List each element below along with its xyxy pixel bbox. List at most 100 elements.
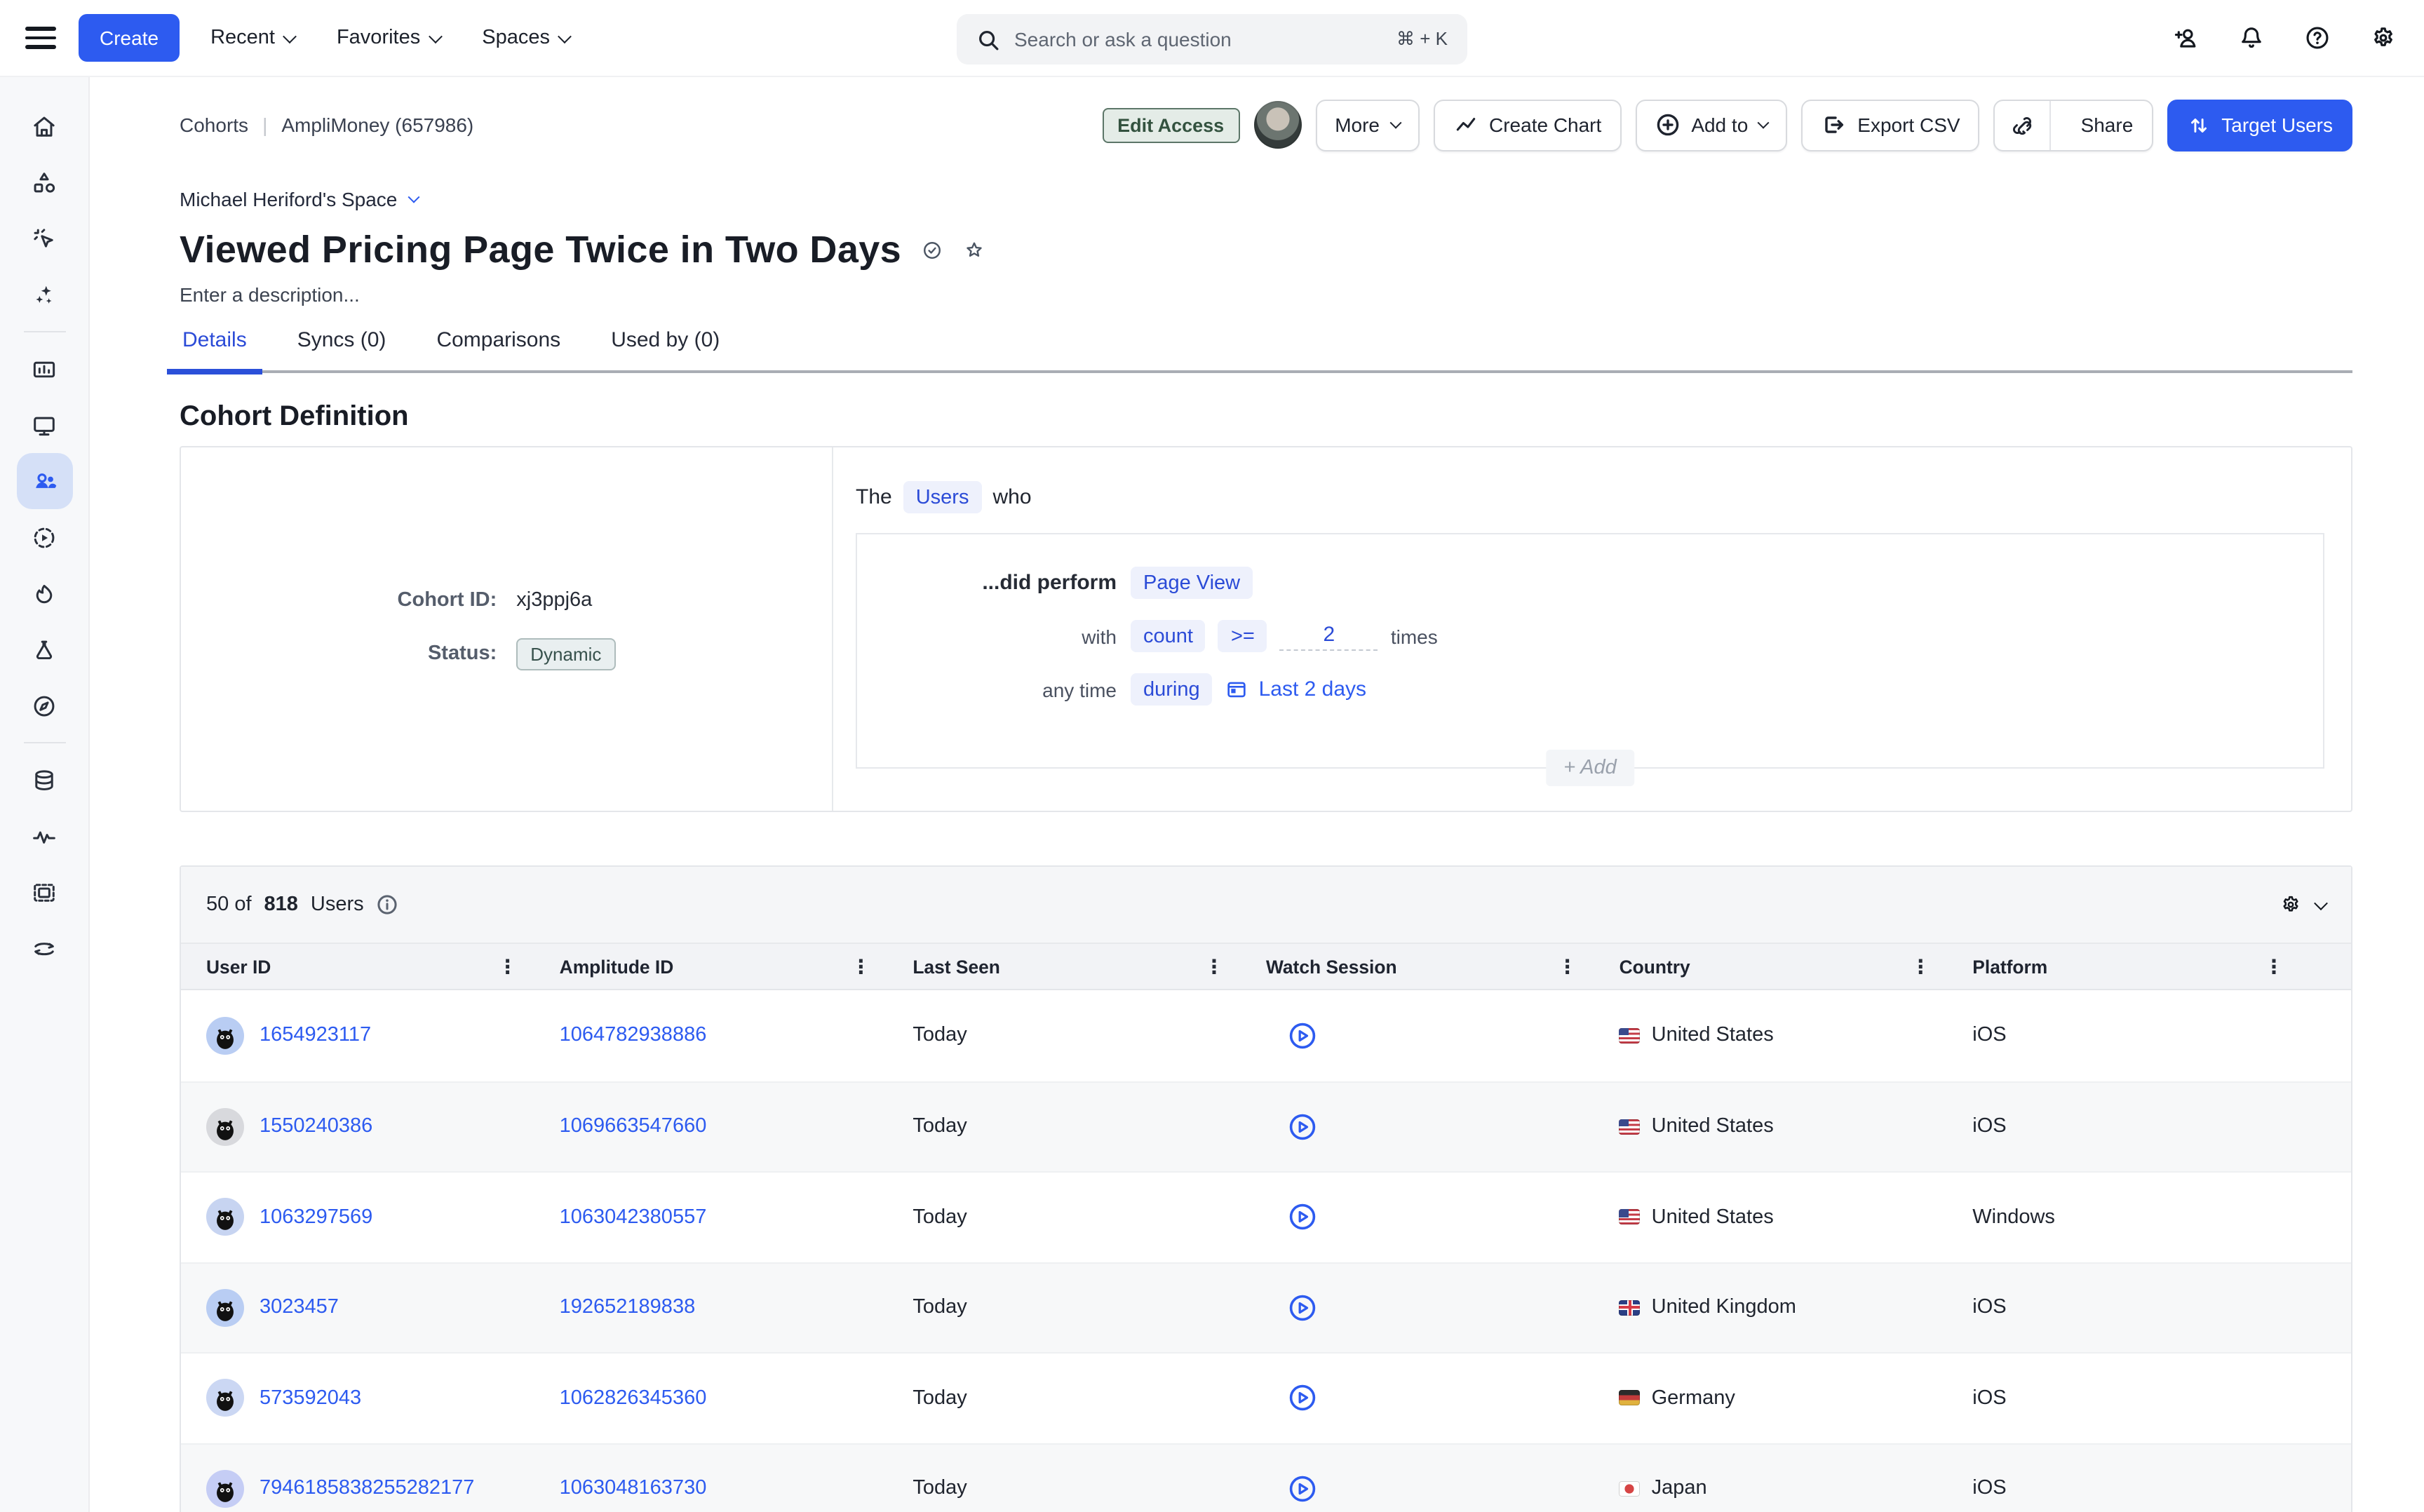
aggregator-chip[interactable]: count [1131,620,1206,652]
space-selector[interactable]: Michael Heriford's Space [180,188,418,210]
sidebar-item-signals[interactable] [16,808,72,864]
play-session-icon[interactable] [1288,1474,1318,1504]
play-session-icon[interactable] [1288,1293,1318,1323]
sidebar-item-templates[interactable] [16,864,72,920]
user-id-link[interactable]: 7946185838255282177 [260,1478,474,1500]
sidebar-item-session-replay[interactable] [16,509,72,565]
date-range-picker[interactable]: Last 2 days [1225,677,1366,701]
play-session-icon[interactable] [1288,1112,1318,1142]
amplitude-id-link[interactable]: 1063042380557 [560,1206,707,1229]
cell-platform: Windows [1972,1206,2326,1229]
amplitude-id-link[interactable]: 1064782938886 [560,1025,707,1047]
column-menu-icon[interactable]: ⋮ [498,957,518,976]
copy-link-icon[interactable] [1995,100,2052,149]
target-users-button[interactable]: Target Users [2167,99,2352,151]
table-settings[interactable] [2278,892,2326,917]
verified-badge-icon[interactable] [920,238,943,262]
menu-spaces[interactable]: Spaces [482,27,570,49]
breadcrumb-project[interactable]: AmpliMoney (657986) [281,114,473,136]
app-root: Create Recent Favorites Spaces Search or… [0,0,2424,1512]
user-id-link[interactable]: 3023457 [260,1297,339,1319]
search-input[interactable]: Search or ask a question ⌘ + K [957,14,1467,65]
export-csv-button[interactable]: Export CSV [1801,99,1979,151]
sidebar-item-experiments[interactable] [16,621,72,677]
times-label: times [1391,625,1438,647]
column-header-country[interactable]: Country ⋮ [1620,956,1973,977]
user-id-link[interactable]: 1654923117 [260,1025,371,1047]
tab-comparisons[interactable]: Comparisons [433,328,563,370]
event-chip[interactable]: Page View [1131,567,1253,599]
add-user-icon[interactable] [2170,22,2201,53]
column-header-last-seen[interactable]: Last Seen ⋮ [913,956,1266,977]
play-session-icon[interactable] [1288,1384,1318,1413]
column-menu-icon[interactable]: ⋮ [2264,957,2284,976]
add-to-button[interactable]: Add to [1635,99,1787,151]
page-title[interactable]: Viewed Pricing Page Twice in Two Days [180,224,901,275]
amplitude-id-link[interactable]: 192652189838 [560,1297,696,1319]
monster-avatar-icon [206,1199,244,1236]
play-session-icon[interactable] [1288,1021,1318,1051]
column-menu-icon[interactable]: ⋮ [851,957,870,976]
column-menu-icon[interactable]: ⋮ [1204,957,1224,976]
menu-recent[interactable]: Recent [210,27,295,49]
share-button[interactable]: Share [1994,99,2153,151]
avatar[interactable] [1253,101,1301,149]
play-session-icon[interactable] [1288,1203,1318,1232]
sidebar-item-data[interactable] [16,752,72,808]
chevron-down-icon [558,29,572,43]
star-icon[interactable] [962,238,985,262]
during-chip[interactable]: during [1131,673,1213,706]
breadcrumb-cohorts[interactable]: Cohorts [180,114,248,136]
sidebar-item-cohorts[interactable] [16,453,72,509]
sidebar-item-activation[interactable] [16,565,72,621]
sidebar-item-connections[interactable] [16,920,72,976]
column-header-user-id[interactable]: User ID ⋮ [206,956,560,977]
info-icon[interactable] [377,893,399,916]
cohort-id-label: Cohort ID: [398,588,497,611]
sidebar-item-objects[interactable] [16,154,72,210]
user-id-link[interactable]: 1550240386 [260,1116,372,1138]
amplitude-id-link[interactable]: 1063048163730 [560,1478,707,1500]
table-row: 3023457 192652189838 Today United Kingdo… [181,1262,2351,1352]
app-body: Cohorts | AmpliMoney (657986) Edit Acces… [0,77,2424,1512]
column-menu-icon[interactable]: ⋮ [1558,957,1577,976]
sidebar [0,77,90,1512]
menu-favorites[interactable]: Favorites [337,27,440,49]
tab-used-by[interactable]: Used by (0) [608,328,722,370]
add-condition-button[interactable]: + Add [1545,750,1635,786]
create-chart-button[interactable]: Create Chart [1433,99,1621,151]
column-header-watch-session[interactable]: Watch Session ⋮ [1266,956,1620,977]
notifications-bell-icon[interactable] [2236,22,2267,53]
column-header-platform[interactable]: Platform ⋮ [1972,956,2326,977]
sidebar-item-ai-sparkles[interactable] [16,266,72,323]
description-placeholder[interactable]: Enter a description... [180,283,2352,306]
cohort-meta-panel: Cohort ID: xj3ppj6a Status: Dynamic [181,447,833,811]
action-buttons: Edit Access More Create Chart Add t [1102,99,2352,151]
operator-chip[interactable]: >= [1218,620,1267,652]
sidebar-item-cursor-magic[interactable] [16,210,72,266]
settings-gear-icon[interactable] [2368,22,2399,53]
subject-chip[interactable]: Users [903,481,982,513]
edit-access-badge[interactable]: Edit Access [1102,107,1239,142]
column-header-amplitude-id[interactable]: Amplitude ID ⋮ [560,956,913,977]
tab-syncs[interactable]: Syncs (0) [295,328,389,370]
anytime-label: any time [857,678,1117,701]
country-flag-icon [1620,1119,1641,1135]
column-menu-icon[interactable]: ⋮ [1911,957,1930,976]
more-button[interactable]: More [1315,99,1419,151]
monster-avatar-icon [206,1470,244,1508]
amplitude-id-link[interactable]: 1069663547660 [560,1116,707,1138]
hamburger-menu-icon[interactable] [25,27,56,49]
tab-details[interactable]: Details [180,328,250,370]
cell-user-id: 1654923117 [206,1017,560,1055]
help-icon[interactable] [2302,22,2333,53]
amplitude-id-link[interactable]: 1062826345360 [560,1387,707,1410]
sidebar-item-charts[interactable] [16,341,72,397]
user-id-link[interactable]: 573592043 [260,1387,361,1410]
sidebar-item-discover[interactable] [16,677,72,734]
user-id-link[interactable]: 1063297569 [260,1206,372,1229]
sidebar-item-dashboards[interactable] [16,397,72,453]
create-button[interactable]: Create [79,14,180,62]
count-input[interactable]: 2 [1280,622,1378,650]
sidebar-item-home[interactable] [16,98,72,154]
